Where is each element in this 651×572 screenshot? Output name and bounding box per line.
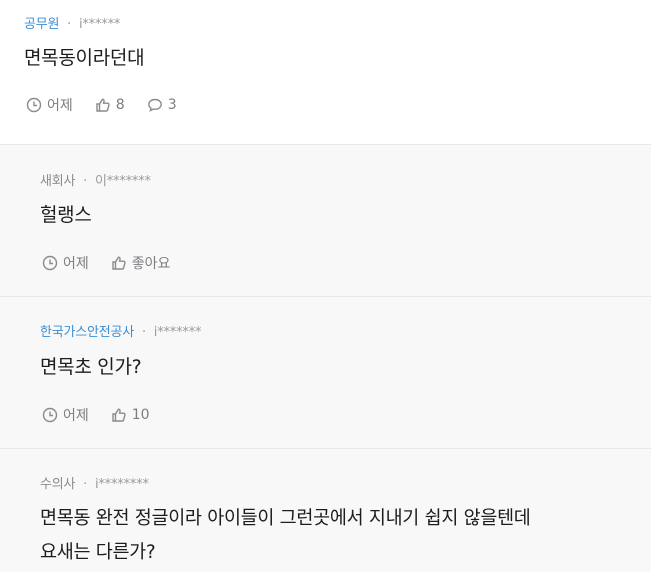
reply-meta: 한국가스안전공사 · i******* [40,321,201,340]
timestamp-text: 어제 [63,408,89,424]
reply-item: 수의사 · i******** 면목동 완전 정글이라 아이들이 그런곳에서 지… [0,448,651,572]
timestamp: 어제 [26,95,73,115]
meta-separator: · [79,477,92,492]
reply-actions: 어제 10 [42,405,172,425]
like-label: 좋아요 [131,256,171,272]
thumbs-up-icon [112,408,126,422]
clock-icon [26,97,42,113]
clock-icon [42,407,58,423]
reply-text-line-1: 면목동 완전 정글이라 아이들이 그런곳에서 지내기 쉽지 않을텐데 [40,508,531,529]
reply-meta: 새회사 · 이******* [40,170,151,189]
reply-meta: 수의사 · i******** [40,473,149,492]
company-name[interactable]: 한국가스안전공사 [40,325,134,340]
user-id: 이******* [94,174,151,189]
reply-item: 한국가스안전공사 · i******* 면목초 인가? 어제 10 [0,296,651,448]
like-button[interactable]: 10 [111,407,150,423]
meta-separator: · [138,325,150,340]
reply-text: 면목초 인가? [40,356,142,378]
user-id: i****** [78,17,121,32]
meta-separator: · [63,17,76,32]
timestamp: 어제 [42,253,89,273]
thumbs-up-icon [96,98,110,112]
post-text: 면목동이라던대 [24,47,145,69]
company-name[interactable]: 수의사 [40,477,75,492]
post-meta: 공무원 · i****** [24,13,120,32]
reply-text-line-2: 요새는 다른가? [40,542,156,563]
reply-text: 헐랭스 [40,204,92,226]
comment-button[interactable]: 3 [147,97,177,113]
company-name[interactable]: 공무원 [24,17,59,32]
like-count: 10 [131,407,150,423]
clock-icon [42,255,58,271]
speech-bubble-icon [147,98,162,112]
company-name[interactable]: 새회사 [40,174,75,189]
timestamp: 어제 [42,405,89,425]
like-button[interactable]: 좋아요 [111,253,171,273]
like-count: 8 [115,97,125,113]
timestamp-text: 어제 [47,98,73,114]
user-id: i******* [153,325,202,340]
meta-separator: · [79,174,92,189]
post: 공무원 · i****** 면목동이라던대 어제 8 3 [0,0,651,144]
reply-actions: 어제 좋아요 [42,253,192,273]
comment-count: 3 [167,97,177,113]
like-button[interactable]: 8 [95,97,125,113]
user-id: i******** [94,477,149,492]
timestamp-text: 어제 [63,256,89,272]
thumbs-up-icon [112,256,126,270]
post-actions: 어제 8 3 [26,95,199,115]
reply-item: 새회사 · 이******* 헐랭스 어제 좋아요 [0,144,651,296]
